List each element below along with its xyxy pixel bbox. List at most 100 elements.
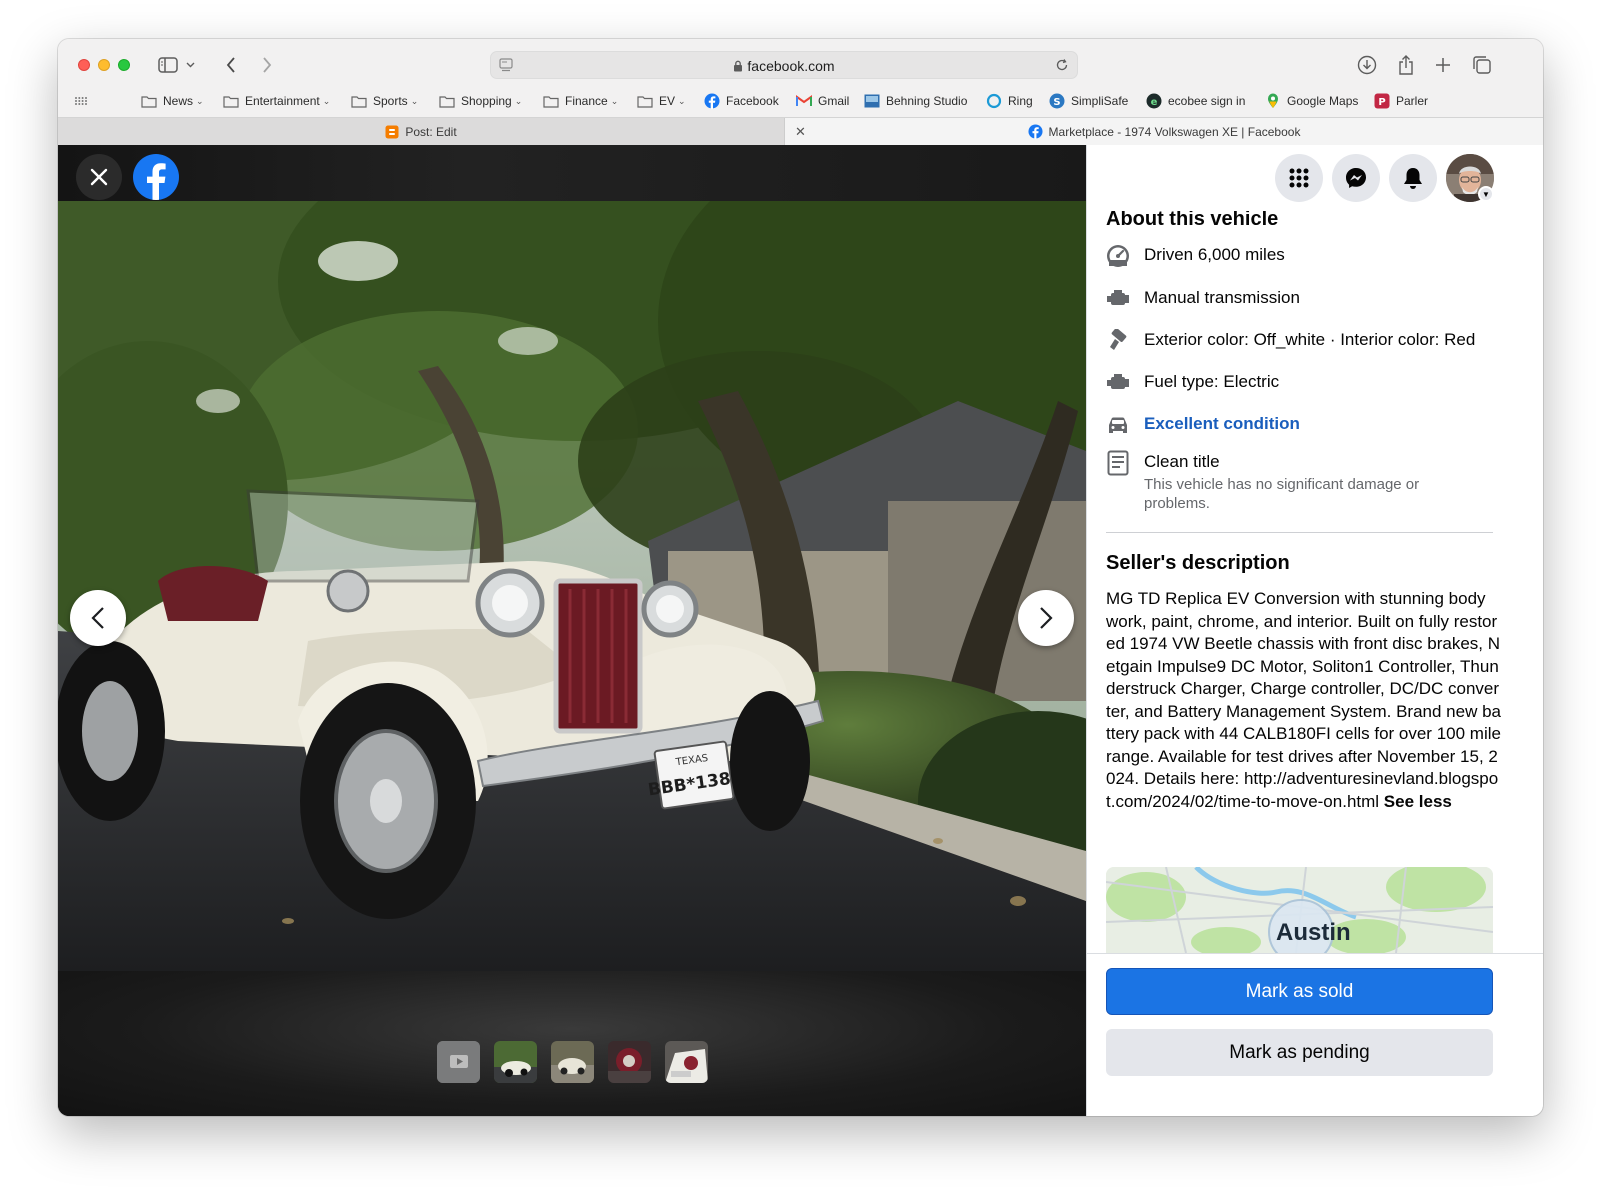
tab-overview-icon[interactable] (1469, 52, 1495, 78)
apps-grid-icon[interactable] (74, 96, 88, 106)
thumbnail-photo[interactable] (551, 1041, 594, 1083)
bookmark-simplisafe[interactable]: S SimpliSafe (1049, 93, 1128, 109)
tab-bar: Post: Edit ✕ Marketplace - 1974 Volkswag… (58, 117, 1543, 145)
new-tab-icon[interactable] (1430, 52, 1456, 78)
document-icon (1106, 450, 1130, 476)
about-vehicle-heading: About this vehicle (1106, 208, 1279, 230)
bookmark-folder-entertainment[interactable]: Entertainment ⌄ (223, 94, 330, 108)
tab-post-edit[interactable]: Post: Edit (58, 118, 785, 145)
paint-icon (1106, 329, 1130, 353)
bookmark-folder-shopping[interactable]: Shopping ⌄ (439, 94, 522, 108)
bookmark-facebook[interactable]: Facebook (704, 93, 779, 109)
studio-icon (864, 94, 880, 108)
address-bar[interactable]: facebook.com (490, 51, 1078, 79)
next-photo-button[interactable] (1018, 590, 1074, 646)
bookmarks-bar: News ⌄ Entertainment ⌄ Sports ⌄ Shopping ⌄ F… (58, 89, 1543, 117)
facebook-logo[interactable] (133, 154, 179, 200)
map-city-label: Austin (1276, 919, 1351, 946)
svg-text:P: P (1378, 97, 1385, 108)
close-window-button[interactable] (78, 59, 90, 71)
bookmark-ecobee[interactable]: e ecobee sign in (1146, 93, 1245, 109)
engine-icon (1106, 287, 1130, 311)
ecobee-icon: e (1146, 93, 1162, 109)
bookmark-google-maps[interactable]: Google Maps (1265, 93, 1358, 108)
car-icon (1106, 413, 1130, 437)
minimize-window-button[interactable] (98, 59, 110, 71)
listing-photo: TEXAS BBB*1382 (58, 201, 1086, 971)
bookmark-folder-news[interactable]: News ⌄ (141, 94, 204, 108)
chevron-down-icon[interactable] (183, 52, 197, 78)
attribute-colors: Exterior color: Off_white · Interior col… (1106, 329, 1506, 353)
thumbnail-photo[interactable] (665, 1041, 708, 1083)
chevron-right-icon (1040, 607, 1053, 629)
close-icon (90, 168, 108, 186)
chevron-down-icon: ⌄ (610, 95, 619, 106)
attribute-mileage: Driven 6,000 miles (1106, 244, 1506, 268)
blogger-icon (385, 125, 399, 139)
mark-as-sold-button[interactable]: Mark as sold (1106, 968, 1493, 1015)
photo-viewer: TEXAS BBB*1382 (58, 145, 1086, 1116)
bookmark-folder-ev[interactable]: EV ⌄ (637, 94, 686, 108)
svg-text:S: S (1053, 97, 1060, 108)
back-icon[interactable] (218, 52, 244, 78)
menu-grid-button[interactable] (1275, 154, 1323, 202)
thumbnail-photo[interactable] (494, 1041, 537, 1083)
tab-marketplace[interactable]: ✕ Marketplace - 1974 Volkswagen XE | Fac… (785, 118, 1543, 145)
listing-details-panel: About this vehicle Driven 6,000 miles Ma… (1086, 145, 1543, 1116)
sidebar-icon[interactable] (155, 52, 181, 78)
bookmark-parler[interactable]: P Parler (1374, 93, 1428, 109)
messenger-icon (1346, 168, 1366, 188)
bell-icon (1404, 168, 1422, 189)
svg-text:e: e (1151, 97, 1158, 108)
engine-icon (1106, 371, 1130, 395)
folder-icon (439, 94, 455, 108)
messenger-button[interactable] (1332, 154, 1380, 202)
section-divider (1106, 532, 1493, 533)
zoom-window-button[interactable] (118, 59, 130, 71)
bookmark-folder-finance[interactable]: Finance ⌄ (543, 94, 618, 108)
seller-description-text: MG TD Replica EV Conversion with stunnin… (1106, 589, 1501, 811)
bookmark-behning-studio[interactable]: Behning Studio (864, 94, 967, 108)
attribute-title-status: Clean title This vehicle has no signific… (1106, 450, 1506, 513)
simplisafe-icon: S (1049, 93, 1065, 109)
thumbnail-video[interactable] (437, 1041, 480, 1083)
close-viewer-button[interactable] (76, 154, 122, 200)
address-text: facebook.com (747, 58, 835, 74)
bookmark-ring[interactable]: Ring (986, 93, 1033, 109)
ring-icon (986, 93, 1002, 109)
folder-icon (223, 94, 239, 108)
thumbnail-photo[interactable] (608, 1041, 651, 1083)
facebook-icon (1028, 124, 1043, 139)
attribute-fuel: Fuel type: Electric (1106, 371, 1506, 395)
menu-grid-icon (1289, 168, 1309, 188)
chevron-down-icon: ⌄ (410, 95, 419, 106)
listing-actions: Mark as sold Mark as pending (1087, 953, 1543, 1116)
mark-as-pending-button[interactable]: Mark as pending (1106, 1029, 1493, 1076)
folder-icon (141, 94, 157, 108)
attribute-transmission: Manual transmission (1106, 287, 1506, 311)
seller-description-heading: Seller's description (1106, 552, 1290, 574)
notifications-button[interactable] (1389, 154, 1437, 202)
browser-window: facebook.com News ⌄ Entertainment ⌄ Spor… (58, 39, 1543, 1116)
downloads-icon[interactable] (1354, 52, 1380, 78)
location-map[interactable]: Austin (1106, 867, 1493, 953)
gmail-icon (796, 94, 812, 108)
chevron-down-icon: ⌄ (322, 95, 331, 106)
reload-icon[interactable] (1055, 58, 1069, 77)
attribute-condition[interactable]: Excellent condition (1106, 413, 1506, 437)
chevron-down-icon: ⌄ (196, 95, 204, 106)
folder-icon (637, 94, 653, 108)
folder-icon (543, 94, 559, 108)
bookmark-folder-sports[interactable]: Sports ⌄ (351, 94, 418, 108)
account-menu-icon[interactable]: ▼ (1478, 186, 1494, 202)
see-less-link[interactable]: See less (1384, 792, 1452, 811)
previous-photo-button[interactable] (70, 590, 126, 646)
bookmark-gmail[interactable]: Gmail (796, 94, 849, 108)
chevron-left-icon (91, 607, 104, 629)
facebook-icon (704, 93, 720, 109)
forward-icon[interactable] (254, 52, 280, 78)
share-icon[interactable] (1393, 52, 1419, 78)
map-pin-icon (1265, 93, 1281, 108)
photo-thumbnails (437, 1041, 708, 1083)
close-tab-icon[interactable]: ✕ (795, 124, 806, 140)
